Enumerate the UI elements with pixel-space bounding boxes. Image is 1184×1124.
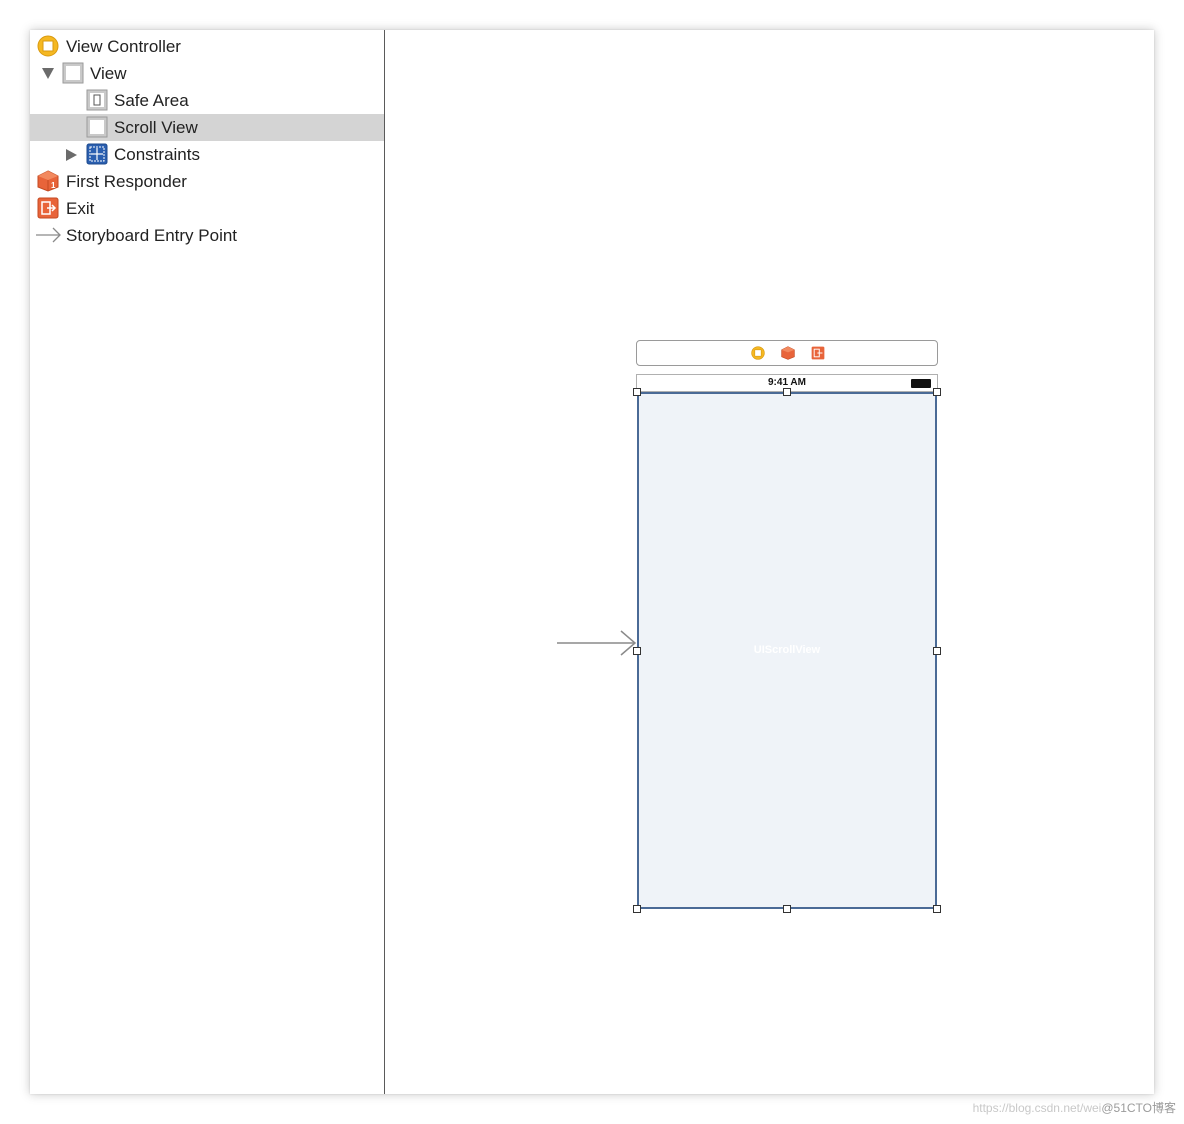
outline-item-label: Storyboard Entry Point <box>66 225 238 245</box>
scroll-view-icon <box>86 116 108 138</box>
disclosure-triangle-right-icon[interactable] <box>66 149 77 161</box>
xcode-window: View Controller View Safe Area Scroll Vi… <box>30 30 1154 1094</box>
storyboard-canvas[interactable]: 9:41 AM UIScrollView <box>385 30 1154 1094</box>
outline-item-label: Exit <box>66 198 95 218</box>
watermark-url: https://blog.csdn.net/wei <box>972 1101 1102 1115</box>
outline-item-view[interactable]: View <box>30 60 384 87</box>
resize-handle-top[interactable] <box>783 388 791 396</box>
outline-item-exit[interactable]: Exit <box>30 195 384 222</box>
svg-text:1: 1 <box>51 181 56 190</box>
resize-handle-right[interactable] <box>933 647 941 655</box>
outline-item-label: Scroll View <box>114 117 198 137</box>
scene-dock[interactable] <box>636 340 938 366</box>
outline-item-label: First Responder <box>66 171 187 191</box>
first-responder-icon: 1 <box>37 170 59 192</box>
resize-handle-top-right[interactable] <box>933 388 941 396</box>
status-time: 9:41 AM <box>768 377 806 388</box>
scroll-view[interactable]: UIScrollView <box>637 392 937 909</box>
scroll-view-label: UIScrollView <box>753 644 821 656</box>
outline-item-view-controller[interactable]: View Controller <box>30 33 384 60</box>
outline-item-storyboard-entry-point[interactable]: Storyboard Entry Point <box>30 222 384 249</box>
resize-handle-bottom[interactable] <box>783 905 791 913</box>
outline-item-constraints[interactable]: Constraints <box>30 141 384 168</box>
resize-handle-left[interactable] <box>633 647 641 655</box>
view-icon <box>62 62 84 84</box>
outline-item-scroll-view[interactable]: Scroll View <box>30 114 384 141</box>
battery-icon <box>911 379 931 388</box>
outline-item-safe-area[interactable]: Safe Area <box>30 87 384 114</box>
exit-icon[interactable] <box>811 346 825 360</box>
outline-item-label: Constraints <box>114 144 200 164</box>
watermark-brand: @51CTO博客 <box>1101 1101 1176 1115</box>
disclosure-triangle-down-icon[interactable] <box>42 68 54 79</box>
constraints-icon <box>86 143 108 165</box>
storyboard-entry-arrow-icon[interactable] <box>557 628 639 658</box>
first-responder-icon[interactable] <box>781 346 795 360</box>
watermark: https://blog.csdn.net/wei@51CTO博客 <box>973 1099 1176 1116</box>
entry-point-icon <box>36 227 61 243</box>
view-controller-icon[interactable] <box>751 346 765 360</box>
safe-area-icon <box>86 89 108 111</box>
outline-item-label: View <box>90 63 127 83</box>
resize-handle-bottom-right[interactable] <box>933 905 941 913</box>
outline-item-label: Safe Area <box>114 90 189 110</box>
resize-handle-bottom-left[interactable] <box>633 905 641 913</box>
view-controller-icon <box>37 35 59 57</box>
outline-item-first-responder[interactable]: 1 First Responder <box>30 168 384 195</box>
document-outline: View Controller View Safe Area Scroll Vi… <box>30 30 384 1094</box>
outline-item-label: View Controller <box>66 36 181 56</box>
exit-icon <box>37 197 59 219</box>
resize-handle-top-left[interactable] <box>633 388 641 396</box>
